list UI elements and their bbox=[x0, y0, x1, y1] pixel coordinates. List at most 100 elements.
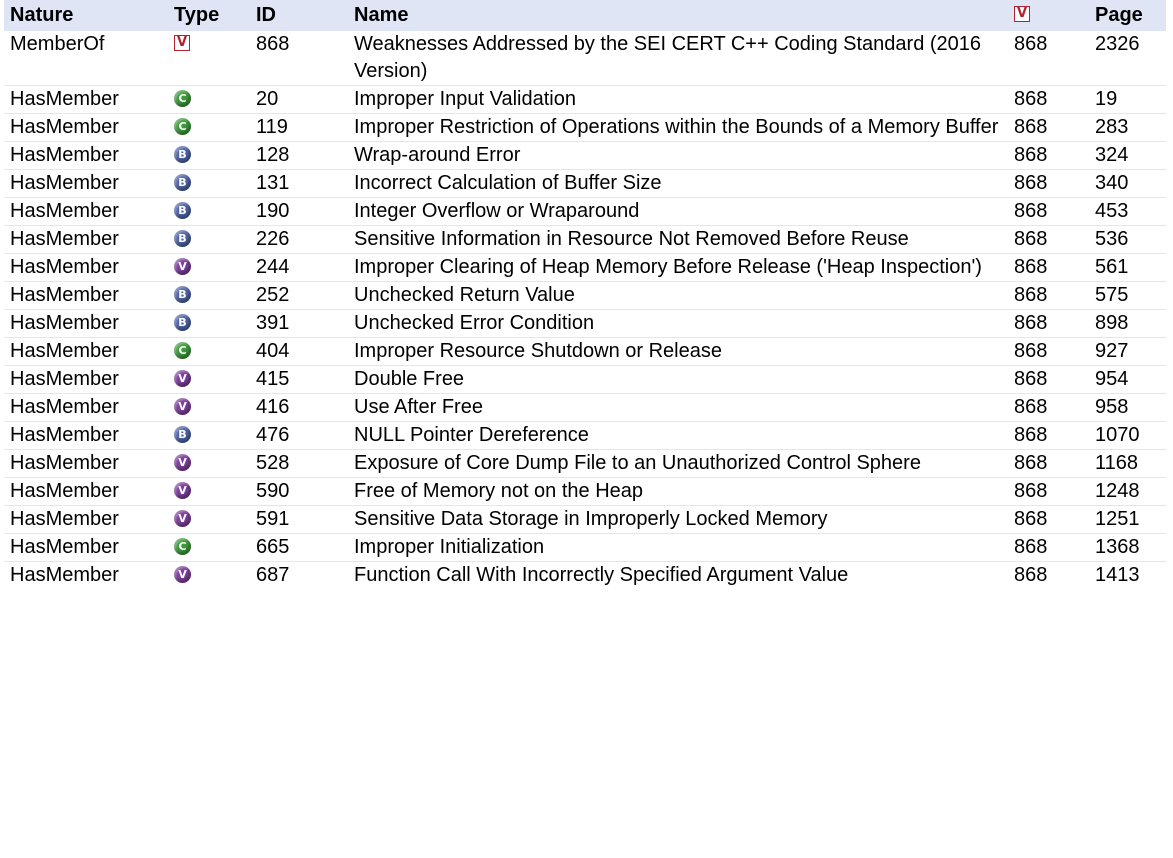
cell-page[interactable]: 1070 bbox=[1089, 422, 1166, 450]
cell-id: 404 bbox=[256, 340, 290, 362]
cell-name[interactable]: Double Free bbox=[348, 366, 1008, 394]
cell-nature: HasMember bbox=[10, 480, 119, 502]
cell-nature: HasMember bbox=[10, 144, 119, 166]
table-row: HasMember V 416 Use After Free 868 958 bbox=[4, 394, 1166, 422]
base-icon: B bbox=[174, 229, 191, 247]
cell-nature: HasMember bbox=[10, 284, 119, 306]
cell-view: 868 bbox=[1014, 172, 1048, 194]
cell-view: 868 bbox=[1014, 452, 1048, 474]
cell-view: 868 bbox=[1014, 564, 1048, 586]
view-icon: V bbox=[1014, 6, 1030, 23]
cell-id: 391 bbox=[256, 312, 290, 334]
cell-id: 665 bbox=[256, 536, 290, 558]
cell-page[interactable]: 536 bbox=[1089, 226, 1166, 254]
cell-name[interactable]: Unchecked Return Value bbox=[348, 282, 1008, 310]
cell-nature: HasMember bbox=[10, 396, 119, 418]
cell-id: 190 bbox=[256, 200, 290, 222]
cell-name[interactable]: Improper Input Validation bbox=[348, 86, 1008, 114]
cell-nature: HasMember bbox=[10, 256, 119, 278]
cell-id: 590 bbox=[256, 480, 290, 502]
cell-name[interactable]: Integer Overflow or Wraparound bbox=[348, 198, 1008, 226]
cell-id: 20 bbox=[256, 88, 279, 110]
cell-name[interactable]: Unchecked Error Condition bbox=[348, 310, 1008, 338]
cell-page[interactable]: 340 bbox=[1089, 170, 1166, 198]
cell-nature: HasMember bbox=[10, 368, 119, 390]
variant-icon: V bbox=[174, 481, 191, 499]
cell-type: V bbox=[168, 562, 250, 590]
cell-page[interactable]: 19 bbox=[1089, 86, 1166, 114]
cell-page[interactable]: 324 bbox=[1089, 142, 1166, 170]
cell-page[interactable]: 927 bbox=[1089, 338, 1166, 366]
cell-name[interactable]: NULL Pointer Dereference bbox=[348, 422, 1008, 450]
cell-page[interactable]: 1251 bbox=[1089, 506, 1166, 534]
variant-icon: V bbox=[174, 509, 191, 527]
table-row: MemberOf V 868 Weaknesses Addressed by the … bbox=[4, 31, 1166, 86]
cell-name[interactable]: Incorrect Calculation of Buffer Size bbox=[348, 170, 1008, 198]
cell-name[interactable]: Free of Memory not on the Heap bbox=[348, 478, 1008, 506]
variant-icon: V bbox=[174, 565, 191, 583]
table-row: HasMember B 476 NULL Pointer Dereference 868… bbox=[4, 422, 1166, 450]
cell-nature: HasMember bbox=[10, 536, 119, 558]
cell-name[interactable]: Improper Restriction of Operations withi… bbox=[348, 114, 1008, 142]
cell-view: 868 bbox=[1014, 33, 1048, 55]
cell-name[interactable]: Wrap-around Error bbox=[348, 142, 1008, 170]
cell-name[interactable]: Exposure of Core Dump File to an Unautho… bbox=[348, 450, 1008, 478]
cell-id: 131 bbox=[256, 172, 290, 194]
cell-page[interactable]: 954 bbox=[1089, 366, 1166, 394]
cell-page[interactable]: 453 bbox=[1089, 198, 1166, 226]
cell-view: 868 bbox=[1014, 340, 1048, 362]
variant-icon: V bbox=[174, 369, 191, 387]
base-icon: B bbox=[174, 425, 191, 443]
cell-id: 252 bbox=[256, 284, 290, 306]
cell-id: 416 bbox=[256, 396, 290, 418]
cell-name[interactable]: Sensitive Information in Resource Not Re… bbox=[348, 226, 1008, 254]
cell-nature: HasMember bbox=[10, 312, 119, 334]
cell-name[interactable]: Sensitive Data Storage in Improperly Loc… bbox=[348, 506, 1008, 534]
class-icon: C bbox=[174, 341, 191, 359]
base-icon: B bbox=[174, 173, 191, 191]
base-icon: B bbox=[174, 201, 191, 219]
table-row: HasMember C 20 Improper Input Validation 868… bbox=[4, 86, 1166, 114]
cell-name[interactable]: Function Call With Incorrectly Specified… bbox=[348, 562, 1008, 590]
cell-page[interactable]: 1368 bbox=[1089, 534, 1166, 562]
cell-name[interactable]: Improper Clearing of Heap Memory Before … bbox=[348, 254, 1008, 282]
table-header-row: Nature Type ID Name V Page bbox=[4, 0, 1166, 31]
cell-view: 868 bbox=[1014, 396, 1048, 418]
cell-page[interactable]: 2326 bbox=[1089, 31, 1166, 86]
cell-page[interactable]: 898 bbox=[1089, 310, 1166, 338]
cell-view: 868 bbox=[1014, 424, 1048, 446]
header-type: Type bbox=[174, 4, 220, 26]
base-icon: B bbox=[174, 313, 191, 331]
cell-view: 868 bbox=[1014, 284, 1048, 306]
table-row: HasMember C 665 Improper Initialization 868 1… bbox=[4, 534, 1166, 562]
table-row: HasMember V 528 Exposure of Core Dump File … bbox=[4, 450, 1166, 478]
cell-type: B bbox=[168, 142, 250, 170]
cell-page[interactable]: 1168 bbox=[1089, 450, 1166, 478]
cell-type: V bbox=[168, 254, 250, 282]
cell-page[interactable]: 1248 bbox=[1089, 478, 1166, 506]
cell-nature: HasMember bbox=[10, 172, 119, 194]
cell-type: B bbox=[168, 310, 250, 338]
cell-name[interactable]: Improper Initialization bbox=[348, 534, 1008, 562]
table-row: HasMember V 244 Improper Clearing of Heap M… bbox=[4, 254, 1166, 282]
cell-type: C bbox=[168, 338, 250, 366]
cell-name[interactable]: Weaknesses Addressed by the SEI CERT C++… bbox=[348, 31, 1008, 86]
cell-type: V bbox=[168, 366, 250, 394]
cell-id: 244 bbox=[256, 256, 290, 278]
cell-name[interactable]: Improper Resource Shutdown or Release bbox=[348, 338, 1008, 366]
class-icon: C bbox=[174, 89, 191, 107]
cell-page[interactable]: 575 bbox=[1089, 282, 1166, 310]
cell-page[interactable]: 1413 bbox=[1089, 562, 1166, 590]
variant-icon: V bbox=[174, 397, 191, 415]
cell-type: C bbox=[168, 86, 250, 114]
cell-page[interactable]: 958 bbox=[1089, 394, 1166, 422]
cell-nature: HasMember bbox=[10, 452, 119, 474]
cell-id: 868 bbox=[256, 33, 290, 55]
table-row: HasMember B 128 Wrap-around Error 868 324 bbox=[4, 142, 1166, 170]
cell-name[interactable]: Use After Free bbox=[348, 394, 1008, 422]
cell-view: 868 bbox=[1014, 256, 1048, 278]
cell-page[interactable]: 283 bbox=[1089, 114, 1166, 142]
cell-id: 415 bbox=[256, 368, 290, 390]
cell-view: 868 bbox=[1014, 116, 1048, 138]
cell-page[interactable]: 561 bbox=[1089, 254, 1166, 282]
